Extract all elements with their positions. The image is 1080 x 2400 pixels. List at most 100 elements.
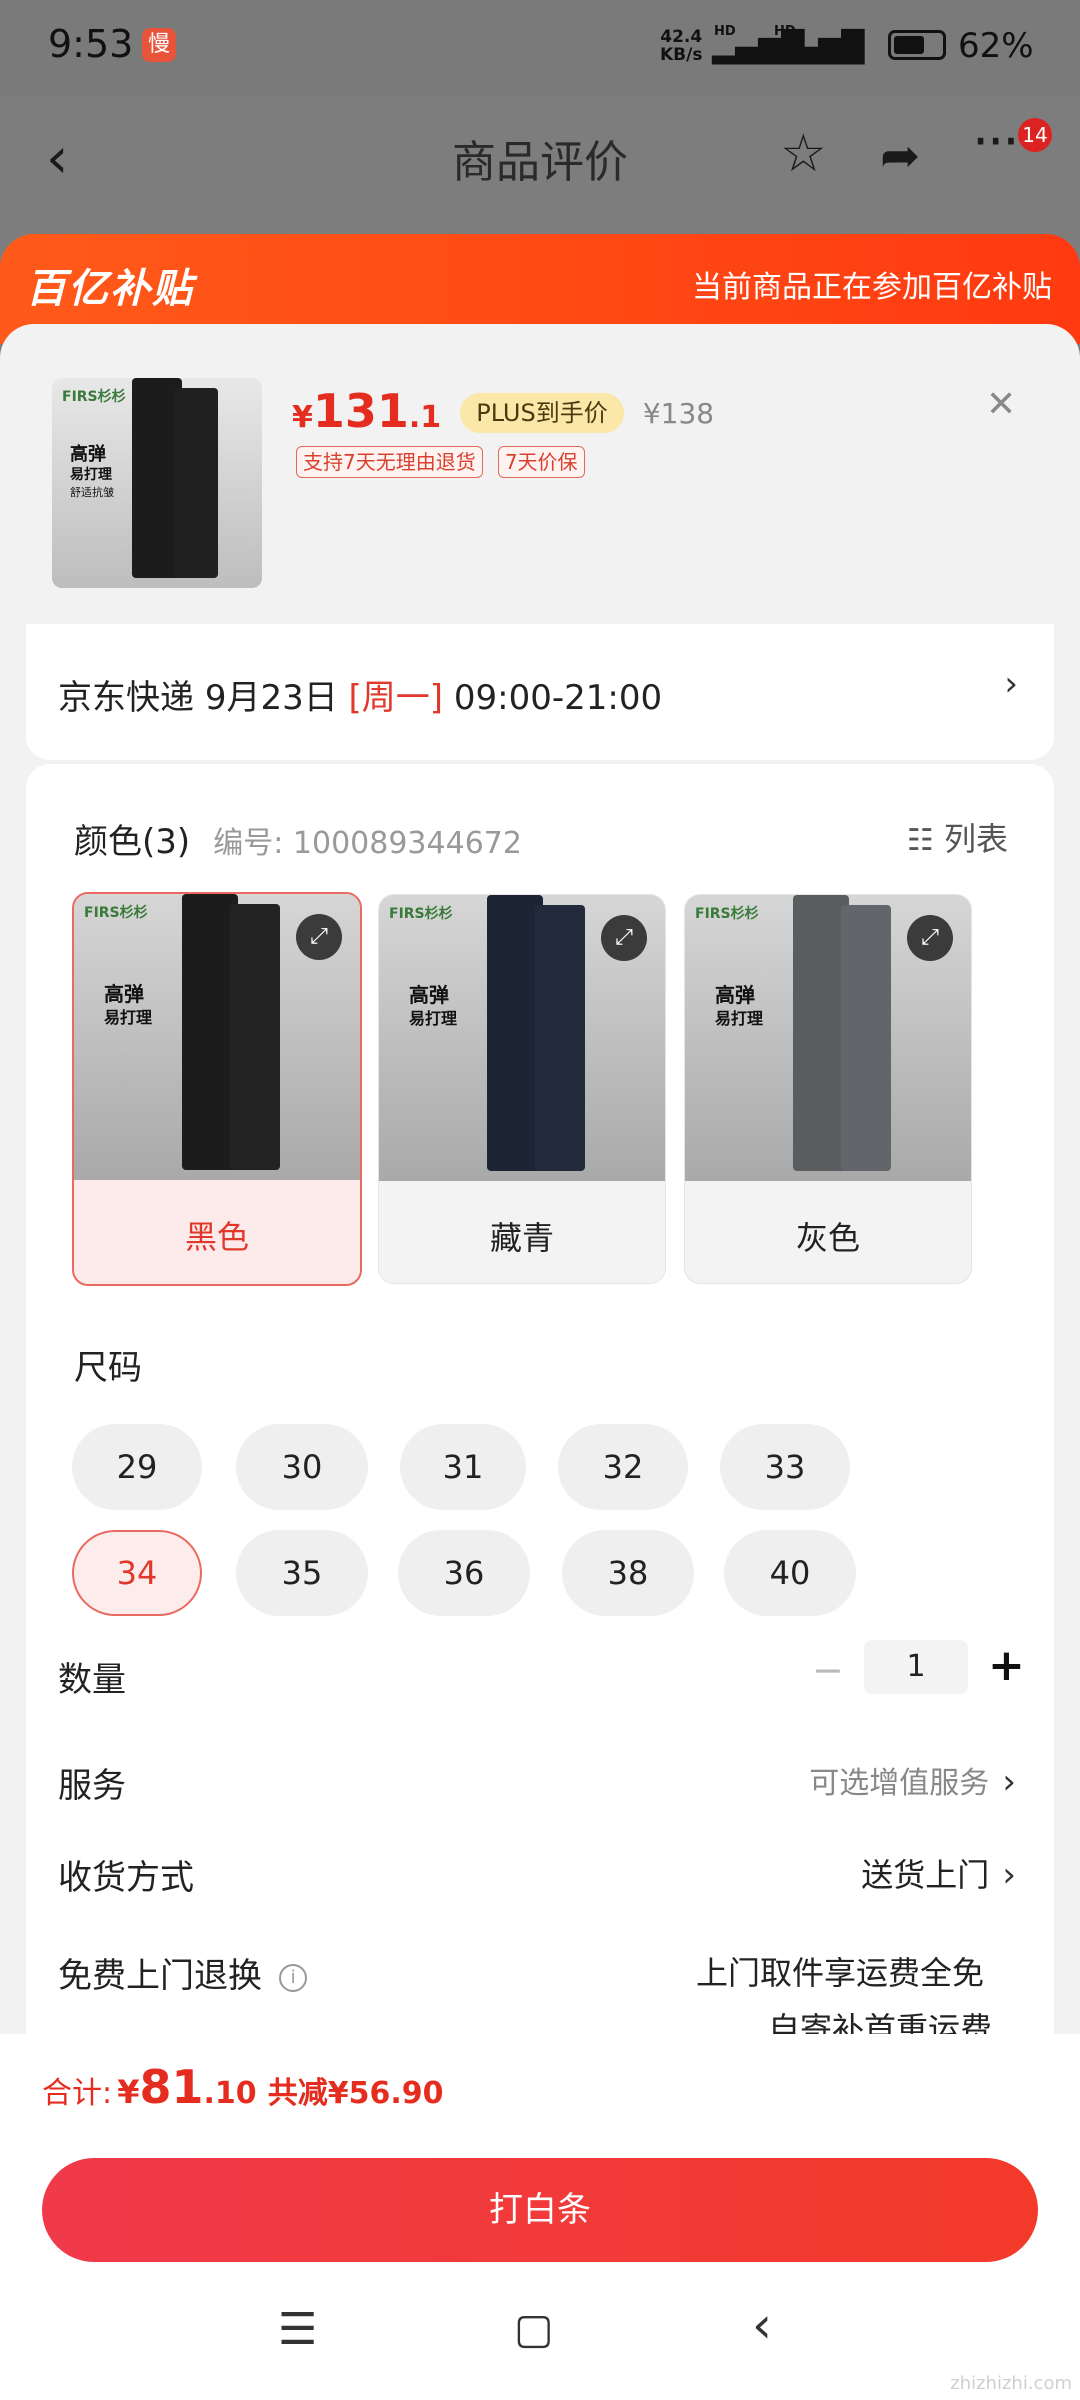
expand-icon[interactable]: ⤢ xyxy=(907,915,953,961)
more-dots-icon[interactable]: ··· xyxy=(972,110,1019,173)
thumb-text-1: 高弹 xyxy=(715,983,755,1007)
favorite-star-icon[interactable]: ☆ xyxy=(780,124,827,184)
chevron-right-icon: › xyxy=(1002,1762,1016,1802)
close-icon[interactable]: ✕ xyxy=(986,384,1016,425)
network-speed: 42.4 KB/s xyxy=(660,28,702,64)
plus-price-badge: PLUS到手价 xyxy=(460,393,624,433)
total-price: 合计: ¥81.10 共减¥56.90 xyxy=(42,2060,444,2114)
returns-value-2: 自寄补首重运费 xyxy=(767,2010,992,2034)
color-option-black[interactable]: FIRS杉杉 高弹 易打理 ⤢ 黑色 xyxy=(72,892,362,1286)
watermark: zhizhizhi.com xyxy=(950,2373,1072,2394)
network-speed-value: 42.4 xyxy=(660,27,703,47)
color-title: 颜色(3) xyxy=(74,822,191,862)
share-icon[interactable]: ➦ xyxy=(880,128,920,184)
total-integer: 81 xyxy=(139,2060,204,2114)
color-image: FIRS杉杉 高弹 易打理 ⤢ xyxy=(379,895,665,1181)
quantity-input[interactable]: 1 xyxy=(864,1640,968,1694)
price-decimal: .1 xyxy=(408,400,442,435)
price-integer: 131 xyxy=(312,384,409,438)
bottom-checkout-bar: 合计: ¥81.10 共减¥56.90 打白条 ☰ ▢ ‹ zhizhizhi.… xyxy=(0,2034,1080,2400)
brand-logo: FIRS杉杉 xyxy=(695,906,759,922)
size-option-35[interactable]: 35 xyxy=(236,1530,368,1616)
size-option-38[interactable]: 38 xyxy=(562,1530,694,1616)
size-option-33[interactable]: 33 xyxy=(720,1424,850,1510)
expand-icon[interactable]: ⤢ xyxy=(296,914,342,960)
expand-icon[interactable]: ⤢ xyxy=(601,915,647,961)
product-thumbnail[interactable]: FIRS杉杉 高弹 易打理 舒适抗皱 xyxy=(52,378,262,588)
list-view-toggle[interactable]: ☷ 列表 xyxy=(907,814,1008,860)
returns-row-label: 免费上门退换 i xyxy=(58,1948,308,1997)
size-title: 尺码 xyxy=(74,1348,142,1388)
quantity-minus-button[interactable]: − xyxy=(812,1648,844,1692)
battery-percent: 62% xyxy=(958,26,1034,66)
total-currency: ¥ xyxy=(117,2073,140,2111)
discount-total: 共减¥56.90 xyxy=(267,2076,444,2111)
thumb-text-1: 高弹 xyxy=(409,983,449,1007)
pants-image-leg xyxy=(230,904,280,1170)
pay-button[interactable]: 打白条 xyxy=(42,2158,1038,2262)
thumb-text-3: 舒适抗皱 xyxy=(70,486,114,499)
color-image: FIRS杉杉 高弹 易打理 ⤢ xyxy=(685,895,971,1181)
home-icon[interactable]: ▢ xyxy=(514,2304,554,2353)
quantity-plus-button[interactable]: + xyxy=(988,1640,1025,1691)
size-option-29[interactable]: 29 xyxy=(72,1424,202,1510)
size-option-30[interactable]: 30 xyxy=(236,1424,368,1510)
returns-value-1: 上门取件享运费全免 xyxy=(695,1954,984,1992)
pants-image-leg xyxy=(174,388,218,578)
thumb-text-2: 易打理 xyxy=(715,1009,764,1028)
brand-logo: FIRS杉杉 xyxy=(62,389,126,405)
options-card: 颜色(3) 编号: 100089344672 ☷ 列表 FIRS杉杉 高弹 易打… xyxy=(26,764,1054,2034)
delivery-info: 京东快递 9月23日 [周一] 09:00-21:00 xyxy=(58,670,662,719)
delivery-card[interactable]: 京东快递 9月23日 [周一] 09:00-21:00 › xyxy=(26,624,1054,760)
service-row[interactable]: 可选增值服务 › xyxy=(809,1758,1016,1802)
size-option-31[interactable]: 31 xyxy=(400,1424,526,1510)
battery-icon xyxy=(888,30,946,60)
thumb-text-1: 高弹 xyxy=(70,444,106,465)
thumb-text-2: 易打理 xyxy=(70,467,112,483)
thumb-text-2: 易打理 xyxy=(104,1008,153,1027)
delivery-time: 09:00-21:00 xyxy=(453,678,663,718)
brand-logo: FIRS杉杉 xyxy=(84,905,148,921)
size-option-40[interactable]: 40 xyxy=(724,1530,856,1616)
receive-label: 收货方式 xyxy=(58,1858,194,1898)
subsidy-logo: 百亿补贴 xyxy=(26,266,194,312)
info-icon[interactable]: i xyxy=(279,1964,308,1992)
service-value: 可选增值服务 xyxy=(809,1766,990,1801)
delivery-weekday: [周一] xyxy=(348,678,444,718)
delivery-carrier: 京东快递 xyxy=(58,678,194,718)
pants-image-leg xyxy=(841,905,891,1171)
color-option-gray[interactable]: FIRS杉杉 高弹 易打理 ⤢ 灰色 xyxy=(684,894,972,1284)
thumb-text-1: 高弹 xyxy=(104,982,144,1006)
subsidy-note: 当前商品正在参加百亿补贴 xyxy=(692,270,1052,305)
size-option-32[interactable]: 32 xyxy=(558,1424,688,1510)
system-back-icon[interactable]: ‹ xyxy=(752,2296,772,2354)
price-currency: ¥ xyxy=(292,400,313,435)
receive-row[interactable]: 送货上门 › xyxy=(861,1850,1016,1896)
delivery-date: 9月23日 xyxy=(204,678,338,718)
product-tags: 支持7天无理由退货 7天价保 xyxy=(296,446,585,478)
color-option-navy[interactable]: FIRS杉杉 高弹 易打理 ⤢ 藏青 xyxy=(378,894,666,1284)
price-row: ¥131.1 PLUS到手价 ¥138 xyxy=(292,384,714,438)
size-option-34[interactable]: 34 xyxy=(72,1530,202,1616)
menu-icon[interactable]: ☰ xyxy=(278,2304,317,2355)
pants-image-leg xyxy=(535,905,585,1171)
size-option-36[interactable]: 36 xyxy=(398,1530,530,1616)
quantity-label: 数量 xyxy=(58,1660,126,1700)
returns-label: 免费上门退换 xyxy=(58,1956,262,1996)
original-price: ¥138 xyxy=(642,397,715,430)
total-label: 合计: xyxy=(42,2076,113,2111)
service-label: 服务 xyxy=(58,1766,126,1806)
status-time: 9:53 xyxy=(48,22,134,66)
top-nav-bar: ‹ 商品评价 ☆ ➦ ··· 14 xyxy=(0,96,1080,236)
chevron-right-icon: › xyxy=(1004,664,1018,704)
color-label: 藏青 xyxy=(489,1219,554,1257)
thumb-text-2: 易打理 xyxy=(409,1009,458,1028)
color-label: 灰色 xyxy=(795,1219,860,1257)
network-speed-unit: KB/s xyxy=(660,45,703,65)
color-label: 黑色 xyxy=(184,1218,249,1256)
list-label: 列表 xyxy=(943,820,1008,858)
chevron-right-icon: › xyxy=(1002,1855,1016,1895)
list-icon: ☷ xyxy=(906,823,934,858)
app-notification-icon: 慢 xyxy=(142,28,176,62)
receive-value: 送货上门 xyxy=(861,1856,990,1894)
